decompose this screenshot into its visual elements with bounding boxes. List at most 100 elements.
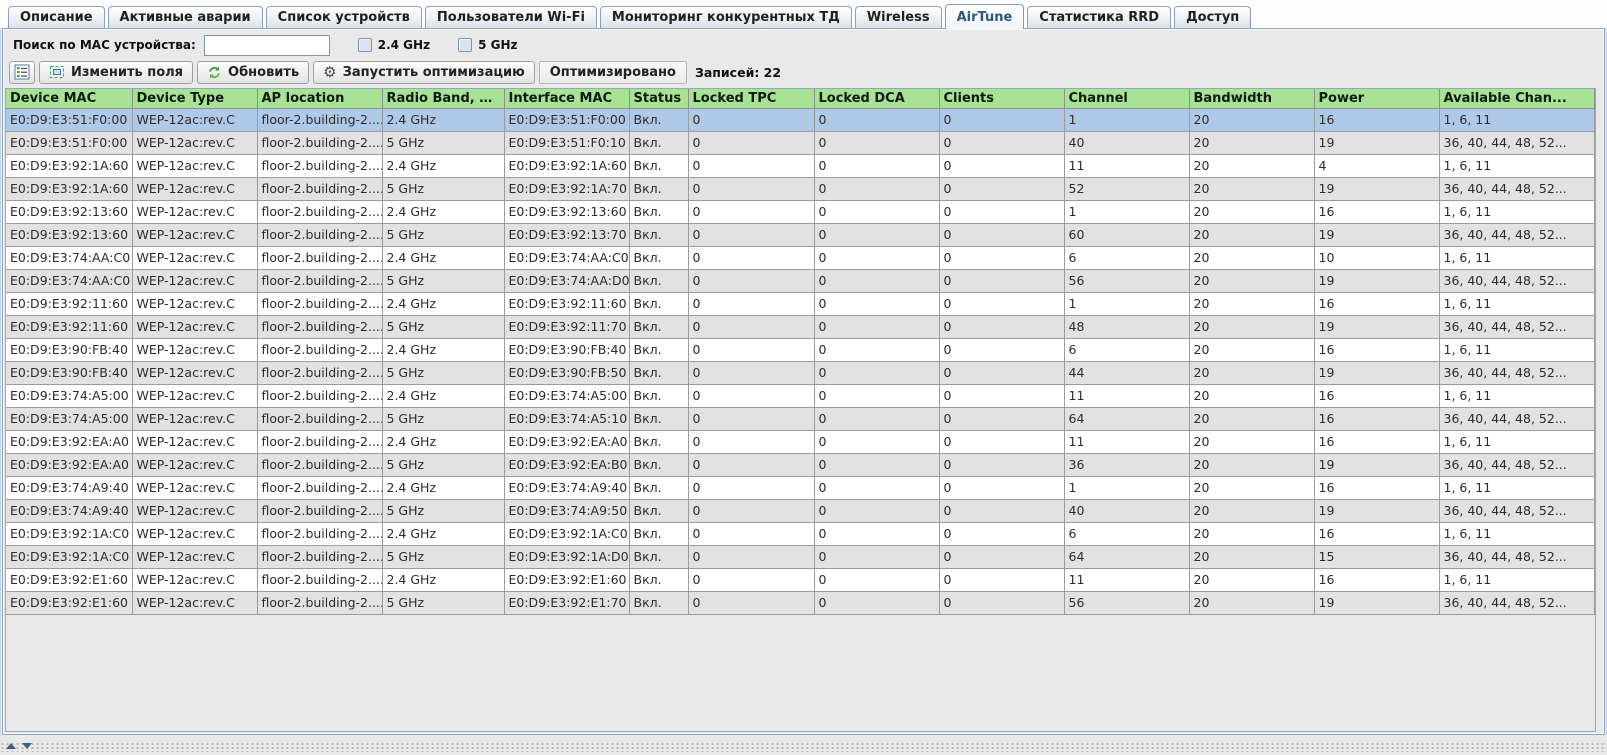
cell-power[interactable]: 15	[1314, 545, 1439, 568]
cell-ap-location[interactable]: floor-2.building-2....	[257, 545, 382, 568]
cell-radio-band[interactable]: 5 GHz	[382, 407, 504, 430]
cell-clients[interactable]: 0	[939, 177, 1064, 200]
cell-bandwidth[interactable]: 20	[1189, 430, 1314, 453]
cell-locked-tpc[interactable]: 0	[688, 545, 814, 568]
cell-device-mac[interactable]: E0:D9:E3:92:E1:60	[6, 568, 132, 591]
tab-rrd-statistics[interactable]: Статистика RRD	[1027, 6, 1171, 28]
cell-interface-mac[interactable]: E0:D9:E3:92:E1:70	[504, 591, 629, 614]
cell-bandwidth[interactable]: 20	[1189, 384, 1314, 407]
cell-device-mac[interactable]: E0:D9:E3:90:FB:40	[6, 338, 132, 361]
cell-channel[interactable]: 6	[1064, 522, 1189, 545]
cell-locked-tpc[interactable]: 0	[688, 177, 814, 200]
column-header-power[interactable]: Power	[1314, 89, 1439, 108]
cell-status[interactable]: Вкл.	[629, 108, 688, 131]
cell-available-channels[interactable]: 1, 6, 11	[1439, 522, 1595, 545]
cell-interface-mac[interactable]: E0:D9:E3:74:A9:50	[504, 499, 629, 522]
cell-device-mac[interactable]: E0:D9:E3:90:FB:40	[6, 361, 132, 384]
cell-clients[interactable]: 0	[939, 384, 1064, 407]
cell-locked-dca[interactable]: 0	[814, 200, 939, 223]
cell-available-channels[interactable]: 1, 6, 11	[1439, 246, 1595, 269]
cell-interface-mac[interactable]: E0:D9:E3:51:F0:10	[504, 131, 629, 154]
cell-radio-band[interactable]: 2.4 GHz	[382, 568, 504, 591]
cell-device-type[interactable]: WEP-12ac:rev.C	[132, 200, 257, 223]
cell-interface-mac[interactable]: E0:D9:E3:74:A5:00	[504, 384, 629, 407]
cell-interface-mac[interactable]: E0:D9:E3:90:FB:50	[504, 361, 629, 384]
cell-clients[interactable]: 0	[939, 361, 1064, 384]
cell-radio-band[interactable]: 5 GHz	[382, 131, 504, 154]
cell-available-channels[interactable]: 36, 40, 44, 48, 52...	[1439, 591, 1595, 614]
cell-channel[interactable]: 6	[1064, 246, 1189, 269]
cell-status[interactable]: Вкл.	[629, 177, 688, 200]
cell-available-channels[interactable]: 36, 40, 44, 48, 52...	[1439, 545, 1595, 568]
cell-radio-band[interactable]: 2.4 GHz	[382, 154, 504, 177]
cell-device-mac[interactable]: E0:D9:E3:51:F0:00	[6, 108, 132, 131]
cell-ap-location[interactable]: floor-2.building-2....	[257, 338, 382, 361]
cell-channel[interactable]: 11	[1064, 430, 1189, 453]
cell-clients[interactable]: 0	[939, 315, 1064, 338]
cell-device-mac[interactable]: E0:D9:E3:51:F0:00	[6, 131, 132, 154]
tab-wireless[interactable]: Wireless	[855, 6, 942, 28]
table-row[interactable]: E0:D9:E3:74:A5:00WEP-12ac:rev.Cfloor-2.b…	[6, 407, 1595, 430]
cell-bandwidth[interactable]: 20	[1189, 499, 1314, 522]
cell-clients[interactable]: 0	[939, 591, 1064, 614]
cell-interface-mac[interactable]: E0:D9:E3:74:A9:40	[504, 476, 629, 499]
cell-clients[interactable]: 0	[939, 430, 1064, 453]
cell-device-type[interactable]: WEP-12ac:rev.C	[132, 246, 257, 269]
cell-power[interactable]: 16	[1314, 430, 1439, 453]
cell-device-type[interactable]: WEP-12ac:rev.C	[132, 131, 257, 154]
cell-channel[interactable]: 6	[1064, 338, 1189, 361]
cell-channel[interactable]: 56	[1064, 591, 1189, 614]
cell-device-type[interactable]: WEP-12ac:rev.C	[132, 338, 257, 361]
cell-locked-tpc[interactable]: 0	[688, 108, 814, 131]
cell-available-channels[interactable]: 36, 40, 44, 48, 52...	[1439, 315, 1595, 338]
cell-locked-tpc[interactable]: 0	[688, 361, 814, 384]
cell-bandwidth[interactable]: 20	[1189, 108, 1314, 131]
cell-device-type[interactable]: WEP-12ac:rev.C	[132, 568, 257, 591]
cell-power[interactable]: 19	[1314, 315, 1439, 338]
cell-power[interactable]: 19	[1314, 269, 1439, 292]
cell-available-channels[interactable]: 36, 40, 44, 48, 52...	[1439, 177, 1595, 200]
run-optimization-button[interactable]: ⚙ Запустить оптимизацию	[313, 61, 535, 84]
cell-interface-mac[interactable]: E0:D9:E3:51:F0:00	[504, 108, 629, 131]
cell-interface-mac[interactable]: E0:D9:E3:92:EA:A0	[504, 430, 629, 453]
cell-ap-location[interactable]: floor-2.building-2....	[257, 522, 382, 545]
cell-ap-location[interactable]: floor-2.building-2....	[257, 246, 382, 269]
cell-clients[interactable]: 0	[939, 476, 1064, 499]
cell-bandwidth[interactable]: 20	[1189, 246, 1314, 269]
cell-clients[interactable]: 0	[939, 338, 1064, 361]
cell-channel[interactable]: 1	[1064, 292, 1189, 315]
cell-status[interactable]: Вкл.	[629, 430, 688, 453]
cell-clients[interactable]: 0	[939, 453, 1064, 476]
cell-channel[interactable]: 36	[1064, 453, 1189, 476]
cell-power[interactable]: 19	[1314, 499, 1439, 522]
cell-ap-location[interactable]: floor-2.building-2....	[257, 269, 382, 292]
cell-clients[interactable]: 0	[939, 522, 1064, 545]
table-row[interactable]: E0:D9:E3:92:13:60WEP-12ac:rev.Cfloor-2.b…	[6, 200, 1595, 223]
cell-channel[interactable]: 60	[1064, 223, 1189, 246]
cell-device-type[interactable]: WEP-12ac:rev.C	[132, 315, 257, 338]
table-row[interactable]: E0:D9:E3:74:A9:40WEP-12ac:rev.Cfloor-2.b…	[6, 476, 1595, 499]
tab-device-list[interactable]: Список устройств	[266, 6, 422, 28]
table-row[interactable]: E0:D9:E3:92:11:60WEP-12ac:rev.Cfloor-2.b…	[6, 292, 1595, 315]
cell-radio-band[interactable]: 5 GHz	[382, 499, 504, 522]
cell-interface-mac[interactable]: E0:D9:E3:74:AA:D0	[504, 269, 629, 292]
cell-radio-band[interactable]: 5 GHz	[382, 223, 504, 246]
table-row[interactable]: E0:D9:E3:74:A9:40WEP-12ac:rev.Cfloor-2.b…	[6, 499, 1595, 522]
cell-available-channels[interactable]: 1, 6, 11	[1439, 384, 1595, 407]
cell-locked-tpc[interactable]: 0	[688, 499, 814, 522]
cell-channel[interactable]: 40	[1064, 499, 1189, 522]
cell-status[interactable]: Вкл.	[629, 545, 688, 568]
cell-available-channels[interactable]: 1, 6, 11	[1439, 200, 1595, 223]
cell-device-mac[interactable]: E0:D9:E3:74:AA:C0	[6, 246, 132, 269]
table-row[interactable]: E0:D9:E3:74:AA:C0WEP-12ac:rev.Cfloor-2.b…	[6, 269, 1595, 292]
cell-device-type[interactable]: WEP-12ac:rev.C	[132, 223, 257, 246]
cell-clients[interactable]: 0	[939, 568, 1064, 591]
cell-bandwidth[interactable]: 20	[1189, 269, 1314, 292]
cell-locked-dca[interactable]: 0	[814, 476, 939, 499]
cell-device-type[interactable]: WEP-12ac:rev.C	[132, 545, 257, 568]
cell-device-type[interactable]: WEP-12ac:rev.C	[132, 361, 257, 384]
cell-radio-band[interactable]: 2.4 GHz	[382, 200, 504, 223]
cell-ap-location[interactable]: floor-2.building-2....	[257, 223, 382, 246]
cell-radio-band[interactable]: 5 GHz	[382, 315, 504, 338]
band-5-checkbox[interactable]	[458, 38, 472, 52]
